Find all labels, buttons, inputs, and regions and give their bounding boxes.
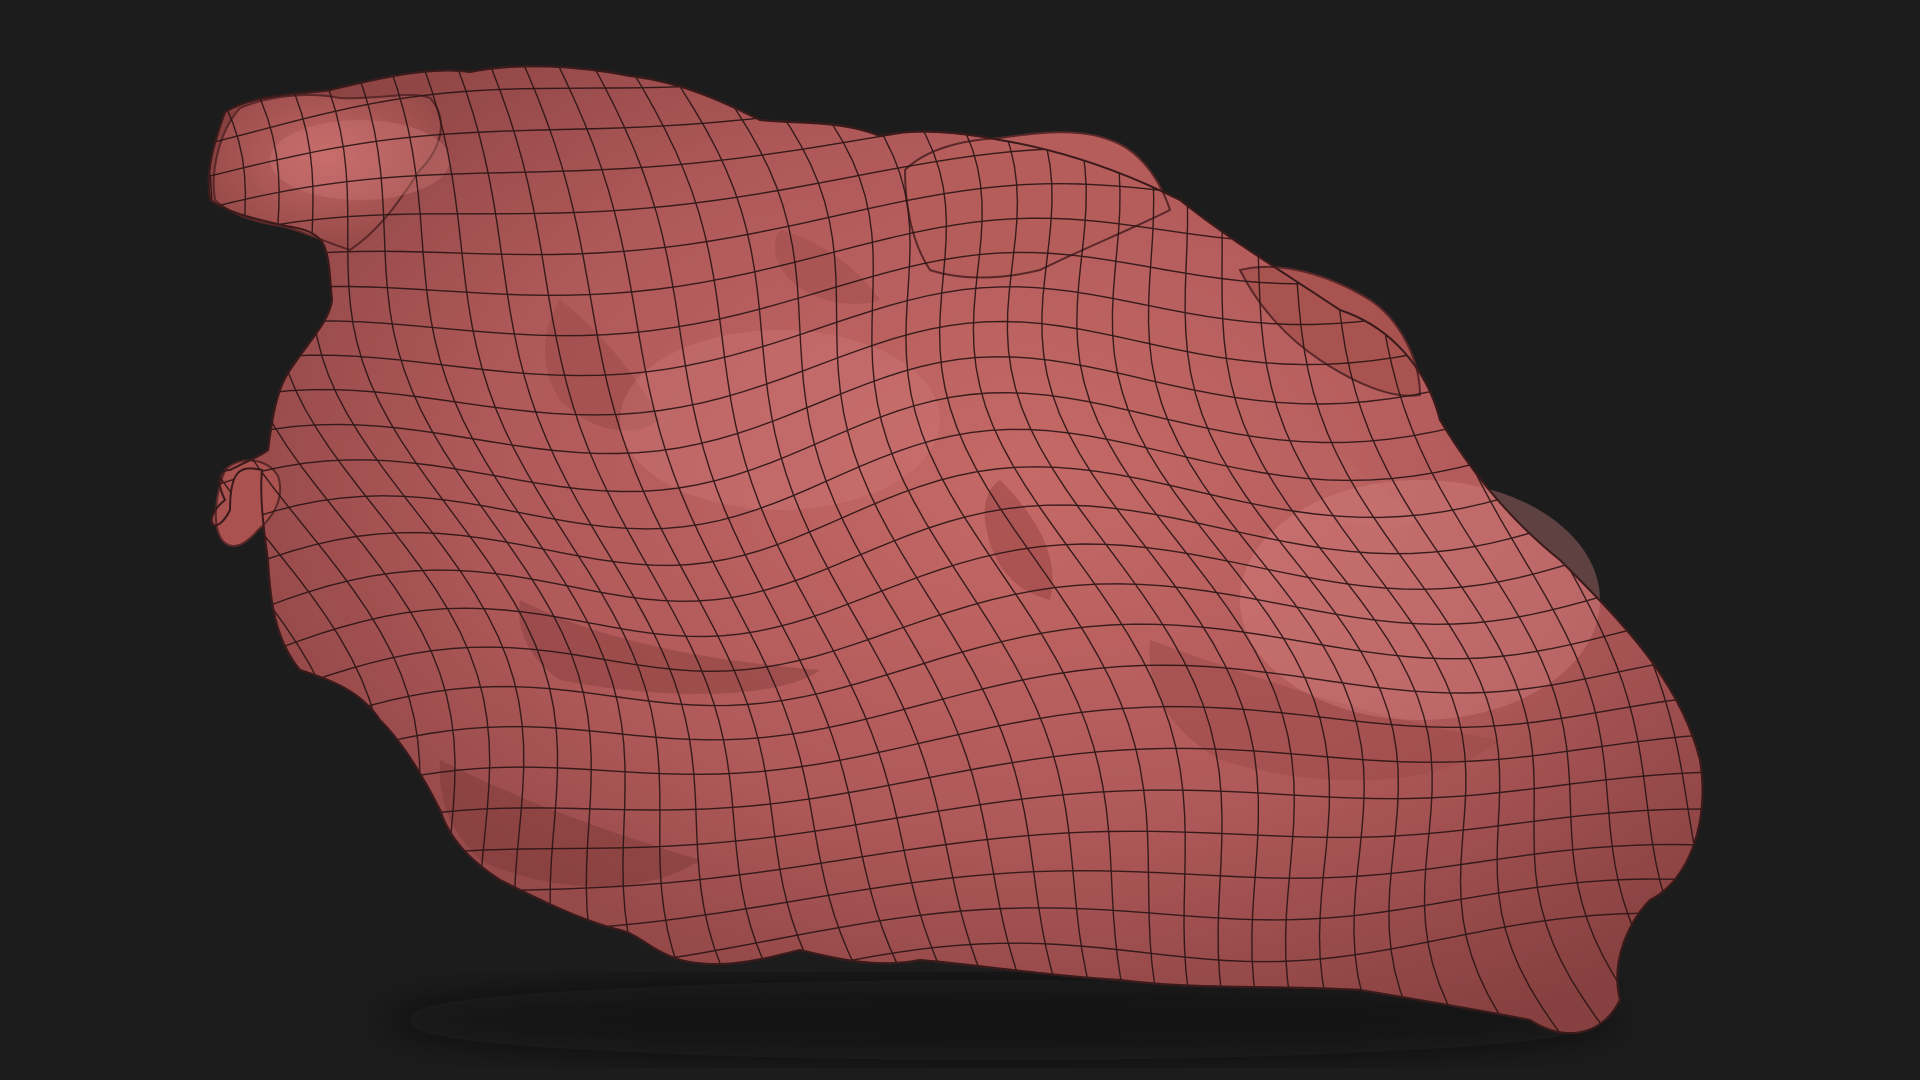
render-viewport	[0, 0, 1920, 1080]
mesh-edge-row	[208, 66, 1703, 80]
heart-mesh-model	[207, 65, 1704, 1060]
